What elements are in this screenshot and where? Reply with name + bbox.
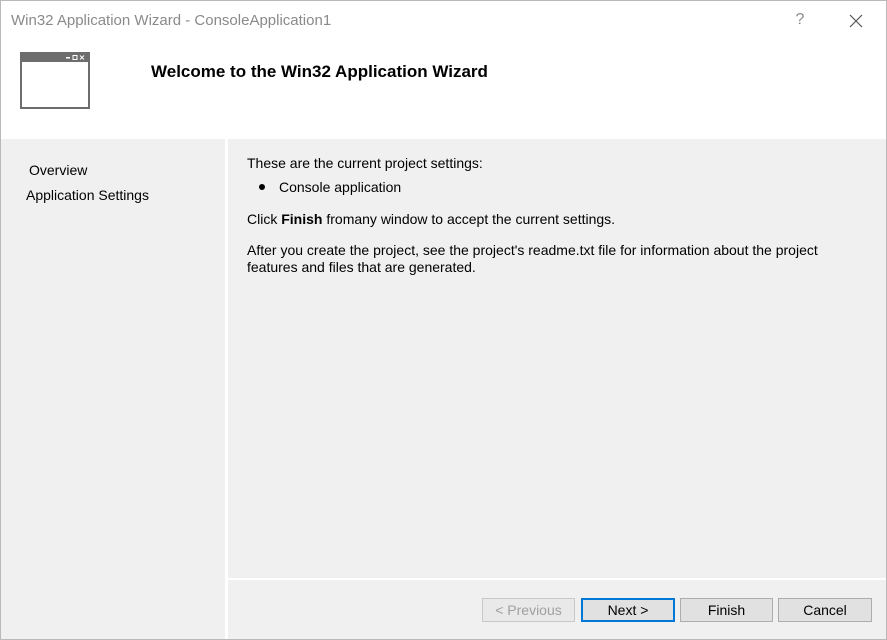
close-icon [849, 14, 863, 28]
wizard-content: These are the current project settings: … [228, 139, 886, 579]
wizard-nav: Overview Application Settings [1, 139, 225, 639]
page-title: Welcome to the Win32 Application Wizard [151, 62, 488, 81]
title-bar: Win32 Application Wizard - ConsoleApplic… [1, 1, 886, 41]
finish-keyword: Finish [281, 211, 323, 227]
bullet-icon [259, 184, 265, 191]
previous-button[interactable]: < Previous [482, 598, 575, 622]
wizard-header: Welcome to the Win32 Application Wizard [1, 41, 886, 139]
setting-console-application: Console application [279, 179, 402, 195]
next-button[interactable]: Next > [581, 598, 675, 622]
settings-intro: These are the current project settings: [247, 155, 483, 171]
window-title: Win32 Application Wizard - ConsoleApplic… [11, 12, 332, 29]
help-button[interactable]: ? [789, 7, 811, 33]
window-icon [20, 52, 90, 109]
nav-item-overview[interactable]: Overview [29, 162, 87, 178]
button-bar-divider [228, 578, 886, 580]
finish-suffix: fromany window to accept the current set… [322, 211, 616, 227]
cancel-button[interactable]: Cancel [778, 598, 872, 622]
finish-prefix: Click [247, 211, 282, 227]
wizard-window: Win32 Application Wizard - ConsoleApplic… [0, 0, 887, 640]
readme-note: After you create the project, see the pr… [247, 242, 818, 275]
list-item: Console application [259, 179, 401, 195]
finish-instructions: Click Finish fromany window to accept th… [247, 211, 615, 228]
nav-item-application-settings[interactable]: Application Settings [26, 187, 149, 203]
finish-button[interactable]: Finish [680, 598, 773, 622]
close-button[interactable] [843, 9, 869, 33]
